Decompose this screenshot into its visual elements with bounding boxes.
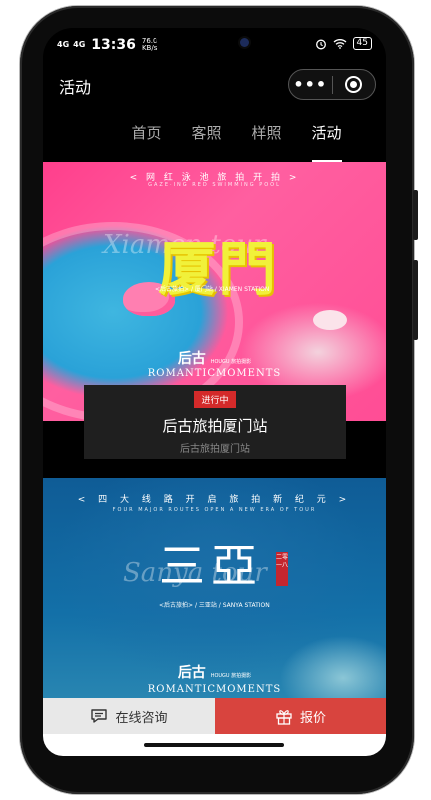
chat-icon bbox=[91, 709, 108, 723]
volume-button bbox=[413, 190, 418, 240]
close-miniprogram-button[interactable] bbox=[332, 76, 375, 93]
activity-subtitle: 后古旅拍厦门站 bbox=[180, 444, 250, 455]
banner2-title: 三亞 bbox=[159, 539, 263, 593]
banner1-brand-name: 后古 bbox=[177, 351, 206, 367]
banner1-title: 厦門 bbox=[158, 235, 279, 303]
pool-float-image bbox=[313, 310, 347, 330]
miniprogram-capsule: ••• bbox=[288, 69, 376, 100]
signal-indicator-2: 4G bbox=[73, 40, 86, 49]
banner2-top-text: < 四 大 线 路 开 启 旅 拍 新 纪 元 > bbox=[77, 495, 352, 505]
banner1-top-subtext: GAZE·ING RED SWIMMING POOL bbox=[148, 182, 281, 188]
banner2-brand-small: HOUGU 旅拍摄影 bbox=[210, 673, 252, 679]
banner2-top-subtext: FOUR MAJOR ROUTES OPEN A NEW ERA OF TOUR bbox=[112, 507, 317, 513]
banner2-seal: 二零一八 bbox=[276, 552, 288, 586]
banner1-brand-small: HOUGU 旅拍摄影 bbox=[210, 359, 252, 365]
net-speed: 76.0 KB/s bbox=[142, 38, 158, 52]
xiamen-activity-banner[interactable]: < 网 红 泳 池 旅 拍 开 拍 > GAZE·ING RED SWIMMIN… bbox=[43, 162, 386, 421]
activity-card-xiamen[interactable]: 进行中 后古旅拍厦门站 后古旅拍厦门站 bbox=[84, 385, 346, 459]
banner1-brand-logo: 后古 HOUGU 旅拍摄影 bbox=[43, 348, 386, 368]
online-consult-button[interactable]: 在线咨询 bbox=[43, 698, 215, 734]
signal-indicator-1: 4G bbox=[57, 40, 70, 49]
tab-bar: 首页 客照 样照 活动 bbox=[43, 106, 386, 162]
battery-indicator: 45 bbox=[352, 37, 372, 50]
navigation-bar: 活动 ••• bbox=[43, 62, 386, 106]
sanya-activity-banner[interactable]: < 四 大 线 路 开 启 旅 拍 新 纪 元 > FOUR MAJOR ROU… bbox=[43, 478, 386, 704]
wifi-icon bbox=[333, 39, 346, 49]
banner2-brand-name: 后古 bbox=[177, 665, 206, 681]
quote-button[interactable]: 报价 bbox=[215, 698, 386, 734]
target-icon bbox=[345, 76, 363, 93]
banner1-tagline: ROMANTICMOMENTS bbox=[147, 368, 282, 379]
more-menu-button[interactable]: ••• bbox=[289, 75, 332, 94]
alarm-icon bbox=[315, 39, 326, 49]
banner1-subtitle: <后古旅拍> / 厦门站 / XIAMEN STATION bbox=[155, 286, 270, 293]
notch bbox=[156, 28, 274, 56]
tab-sample-photos[interactable]: 样照 bbox=[252, 106, 282, 162]
banner2-subtitle: <后古旅拍> / 三亚站 / SANYA STATION bbox=[159, 602, 270, 609]
status-badge: 进行中 bbox=[194, 391, 236, 408]
power-button bbox=[413, 260, 418, 340]
tab-activities[interactable]: 活动 bbox=[311, 106, 342, 162]
banner2-brand-logo: 后古 HOUGU 旅拍摄影 bbox=[43, 662, 386, 682]
bottom-action-bar: 在线咨询 报价 bbox=[43, 698, 386, 734]
front-camera bbox=[240, 38, 249, 47]
tab-client-photos[interactable]: 客照 bbox=[191, 106, 221, 162]
status-time: 13:36 bbox=[91, 37, 136, 53]
tab-home[interactable]: 首页 bbox=[131, 106, 161, 162]
banner2-tagline: ROMANTICMOMENTS bbox=[147, 684, 282, 695]
page-title: 活动 bbox=[59, 78, 92, 97]
quote-label: 报价 bbox=[299, 710, 326, 726]
net-speed-unit: KB/s bbox=[141, 44, 158, 52]
activity-title: 后古旅拍厦门站 bbox=[162, 417, 268, 435]
online-consult-label: 在线咨询 bbox=[115, 710, 168, 726]
screen: 4G 4G 13:36 76.0 KB/s 45 活动 ••• 首页 客照 样照… bbox=[43, 28, 386, 756]
home-indicator[interactable] bbox=[144, 743, 284, 747]
gift-icon bbox=[276, 709, 292, 725]
status-bar: 4G 4G 13:36 76.0 KB/s 45 bbox=[43, 28, 386, 62]
home-indicator-area bbox=[43, 734, 386, 756]
